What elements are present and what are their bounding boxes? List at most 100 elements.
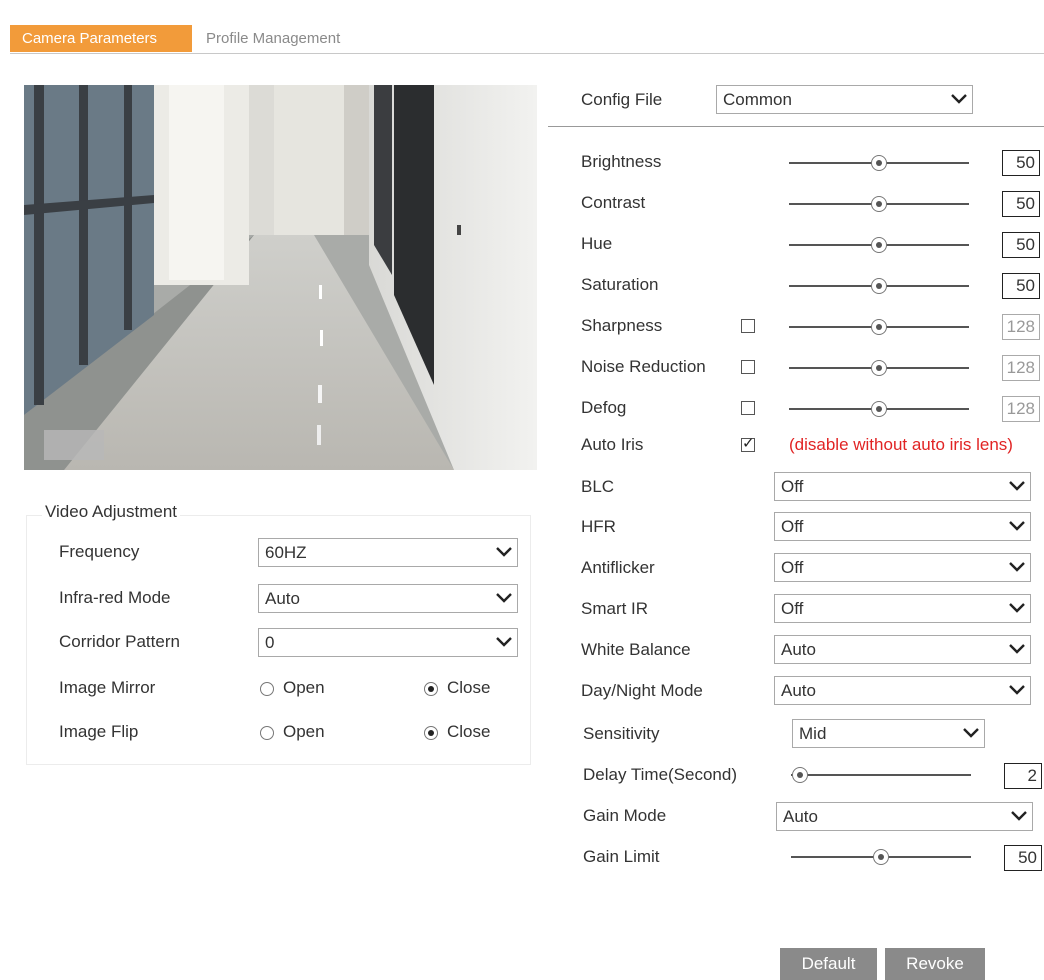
blc-label: BLC bbox=[581, 477, 615, 496]
delay-time-label: Delay Time(Second) bbox=[583, 765, 738, 784]
noise-reduction-label: Noise Reduction bbox=[581, 357, 706, 376]
brightness-slider[interactable] bbox=[789, 155, 969, 171]
frequency-value: 60HZ bbox=[265, 543, 307, 562]
chevron-down-icon bbox=[1009, 521, 1025, 531]
gain-limit-slider[interactable] bbox=[791, 849, 971, 865]
defog-value[interactable]: 128 bbox=[1002, 396, 1040, 422]
infrared-mode-value: Auto bbox=[265, 589, 300, 608]
chevron-down-icon bbox=[496, 593, 512, 603]
image-flip-label: Image Flip bbox=[59, 722, 139, 741]
hue-slider[interactable] bbox=[789, 237, 969, 253]
saturation-value[interactable]: 50 bbox=[1002, 273, 1040, 299]
tab-camera-parameters[interactable]: Camera Parameters bbox=[10, 25, 192, 52]
saturation-slider[interactable] bbox=[789, 278, 969, 294]
antiflicker-value: Off bbox=[781, 558, 804, 577]
frequency-select[interactable]: 60HZ bbox=[258, 538, 518, 567]
antiflicker-label: Antiflicker bbox=[581, 558, 655, 577]
sensitivity-label: Sensitivity bbox=[583, 724, 660, 743]
revoke-button[interactable]: Revoke bbox=[885, 948, 985, 980]
gain-limit-label: Gain Limit bbox=[583, 847, 660, 866]
delay-time-value[interactable]: 2 bbox=[1004, 763, 1042, 789]
infrared-mode-label: Infra-red Mode bbox=[59, 588, 171, 607]
corridor-pattern-select[interactable]: 0 bbox=[258, 628, 518, 657]
image-flip-close-label: Close bbox=[447, 722, 491, 741]
brightness-label: Brightness bbox=[581, 152, 662, 171]
video-preview[interactable] bbox=[24, 85, 537, 470]
saturation-label: Saturation bbox=[581, 275, 659, 294]
slider-knob-icon[interactable] bbox=[873, 849, 889, 865]
chevron-down-icon bbox=[1011, 811, 1027, 821]
slider-knob-icon[interactable] bbox=[871, 196, 887, 212]
contrast-label: Contrast bbox=[581, 193, 646, 212]
hue-label: Hue bbox=[581, 234, 613, 253]
chevron-down-icon bbox=[1009, 481, 1025, 491]
image-flip-open-label: Open bbox=[283, 722, 325, 741]
tab-profile-management[interactable]: Profile Management bbox=[202, 25, 344, 52]
defog-checkbox[interactable] bbox=[741, 401, 755, 415]
gain-mode-value: Auto bbox=[783, 807, 818, 826]
image-flip-close-radio[interactable] bbox=[424, 726, 438, 740]
gain-mode-select[interactable]: Auto bbox=[776, 802, 1033, 831]
noise-reduction-checkbox[interactable] bbox=[741, 360, 755, 374]
slider-knob-icon[interactable] bbox=[871, 360, 887, 376]
hfr-value: Off bbox=[781, 517, 804, 536]
auto-iris-warning: (disable without auto iris lens) bbox=[789, 435, 1013, 454]
brightness-value[interactable]: 50 bbox=[1002, 150, 1040, 176]
video-adjustment-title: Video Adjustment bbox=[42, 502, 180, 522]
corridor-pattern-value: 0 bbox=[265, 633, 275, 652]
hfr-select[interactable]: Off bbox=[774, 512, 1031, 541]
image-mirror-open-label: Open bbox=[283, 678, 325, 697]
smart-ir-value: Off bbox=[781, 599, 804, 618]
corridor-image bbox=[24, 85, 537, 470]
delay-time-slider[interactable] bbox=[791, 767, 971, 783]
infrared-mode-select[interactable]: Auto bbox=[258, 584, 518, 613]
image-mirror-open-radio[interactable] bbox=[260, 682, 274, 696]
defog-slider[interactable] bbox=[789, 401, 969, 417]
slider-knob-icon[interactable] bbox=[871, 278, 887, 294]
config-file-value: Common bbox=[723, 90, 792, 109]
noise-reduction-value[interactable]: 128 bbox=[1002, 355, 1040, 381]
day-night-mode-select[interactable]: Auto bbox=[774, 676, 1031, 705]
blc-value: Off bbox=[781, 477, 804, 496]
sensitivity-select[interactable]: Mid bbox=[792, 719, 985, 748]
auto-iris-checkbox[interactable] bbox=[741, 434, 755, 452]
corridor-pattern-label: Corridor Pattern bbox=[59, 632, 180, 651]
frequency-label: Frequency bbox=[59, 542, 140, 561]
blc-select[interactable]: Off bbox=[774, 472, 1031, 501]
sharpness-slider[interactable] bbox=[789, 319, 969, 335]
gain-limit-value[interactable]: 50 bbox=[1004, 845, 1042, 871]
defog-label: Defog bbox=[581, 398, 627, 417]
slider-knob-icon[interactable] bbox=[792, 767, 808, 783]
tab-bar: Camera Parameters Profile Management bbox=[10, 25, 1044, 54]
default-button[interactable]: Default bbox=[780, 948, 877, 980]
slider-knob-icon[interactable] bbox=[871, 155, 887, 171]
sharpness-label: Sharpness bbox=[581, 316, 663, 335]
sharpness-value[interactable]: 128 bbox=[1002, 314, 1040, 340]
image-mirror-close-radio[interactable] bbox=[424, 682, 438, 696]
day-night-mode-value: Auto bbox=[781, 681, 816, 700]
day-night-mode-label: Day/Night Mode bbox=[581, 681, 703, 700]
image-mirror-close-label: Close bbox=[447, 678, 491, 697]
image-flip-open-radio[interactable] bbox=[260, 726, 274, 740]
hfr-label: HFR bbox=[581, 517, 616, 536]
noise-reduction-slider[interactable] bbox=[789, 360, 969, 376]
chevron-down-icon bbox=[496, 637, 512, 647]
contrast-value[interactable]: 50 bbox=[1002, 191, 1040, 217]
hue-value[interactable]: 50 bbox=[1002, 232, 1040, 258]
smart-ir-select[interactable]: Off bbox=[774, 594, 1031, 623]
slider-knob-icon[interactable] bbox=[871, 319, 887, 335]
config-file-label: Config File bbox=[581, 90, 663, 109]
contrast-slider[interactable] bbox=[789, 196, 969, 212]
slider-knob-icon[interactable] bbox=[871, 237, 887, 253]
white-balance-value: Auto bbox=[781, 640, 816, 659]
smart-ir-label: Smart IR bbox=[581, 599, 649, 618]
config-separator bbox=[548, 126, 1044, 127]
white-balance-select[interactable]: Auto bbox=[774, 635, 1031, 664]
chevron-down-icon bbox=[1009, 685, 1025, 695]
sensitivity-value: Mid bbox=[799, 724, 827, 743]
slider-knob-icon[interactable] bbox=[871, 401, 887, 417]
antiflicker-select[interactable]: Off bbox=[774, 553, 1031, 582]
config-file-select[interactable]: Common bbox=[716, 85, 973, 114]
sharpness-checkbox[interactable] bbox=[741, 319, 755, 333]
white-balance-label: White Balance bbox=[581, 640, 691, 659]
